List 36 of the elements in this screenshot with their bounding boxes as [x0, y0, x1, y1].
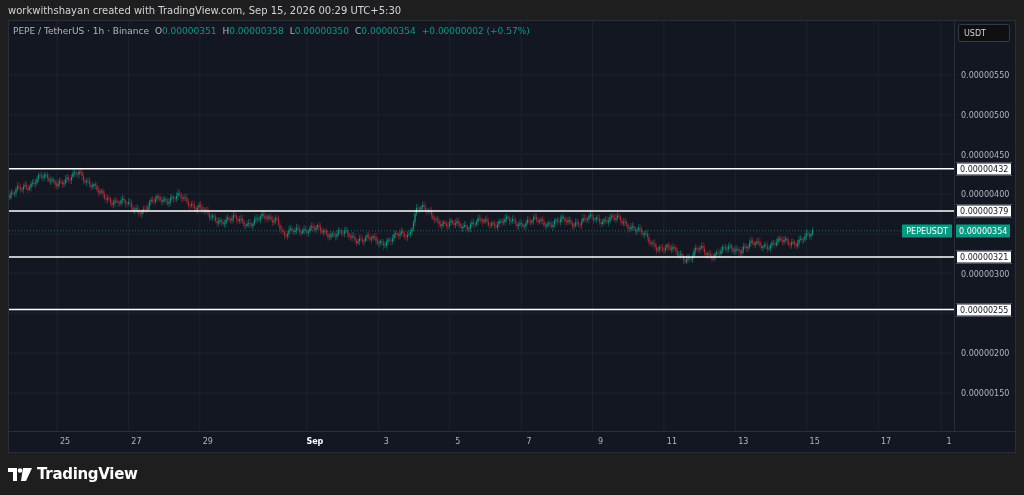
time-tick: 25	[59, 437, 71, 446]
time-tick: 7	[526, 437, 532, 446]
time-tick: 29	[202, 437, 213, 446]
level-price-label: 0.00000432	[956, 162, 1013, 176]
ohlc-value: O0.00000351	[154, 26, 217, 36]
ohlc-value: L0.00000350	[289, 26, 350, 36]
price-tick: 0.00000150	[961, 388, 1010, 398]
time-tick: 9	[597, 437, 604, 446]
time-tick: 27	[131, 437, 142, 446]
time-tick: Sep	[306, 437, 324, 446]
level-price-label: 0.00000255	[956, 303, 1013, 316]
time-tick: 1	[946, 437, 952, 446]
last-price-label: 0.00000354	[956, 224, 1011, 238]
level-price-label: 0.00000379	[956, 204, 1013, 218]
ohlc-value: C0.00000354	[355, 26, 416, 36]
brand-name: TradingView	[37, 465, 138, 483]
logo-icon	[8, 467, 32, 481]
price-tick: 0.00000450	[961, 150, 1010, 159]
time-tick: 13	[738, 437, 749, 446]
price-tick: 0.00000200	[961, 348, 1010, 358]
currency-button[interactable]: USDT	[958, 24, 1010, 42]
chart-caption: workwithshayan created with TradingView.com, Sep 15, 2026 00:29 UTC+5:30	[7, 4, 403, 18]
time-tick: 11	[666, 437, 677, 446]
price-tick: 0.00000500	[961, 110, 1010, 120]
time-tick: 17	[881, 437, 892, 446]
price-tick: 0.00000550	[961, 70, 1010, 80]
time-tick: 3	[383, 437, 389, 446]
price-change: +0.00000002 (+0.57%)	[421, 26, 530, 36]
symbol-title: PEPE / TetherUS · 1h · Binance	[13, 26, 149, 36]
time-tick: 15	[809, 437, 820, 446]
time-tick: 5	[455, 437, 461, 446]
ohlc-value: H0.00000358	[222, 26, 284, 36]
symbol-tag: PEPEUSDT	[902, 224, 952, 238]
price-tick: 0.00000300	[961, 269, 1010, 279]
level-price-label: 0.00000321	[956, 250, 1013, 264]
price-tick: 0.00000400	[961, 189, 1010, 199]
